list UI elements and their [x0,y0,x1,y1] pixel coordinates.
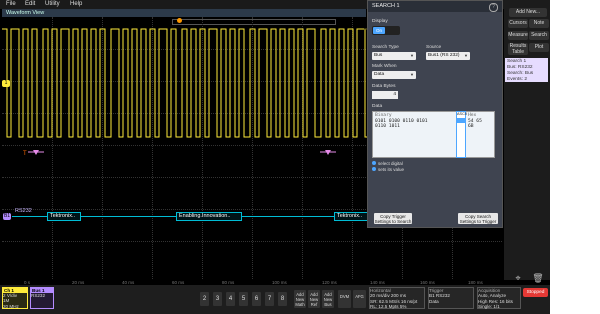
trash-icon[interactable]: 🗑 [532,272,544,284]
hex-data-field[interactable]: Hex 54 65 6B [465,111,495,158]
display-toggle-on: On [373,27,385,34]
data-label: Data [372,104,383,109]
copy-trigger-to-search-button[interactable]: Copy Trigger Settings to Search [374,213,412,224]
legend-sets-value: sets its value [372,167,404,172]
ascii-selected-cell [457,118,465,123]
mark-when-label: Mark When [372,64,397,69]
copy-search-to-trigger-button[interactable]: Copy Search Settings to Trigger [458,213,498,224]
bus-label: RS232 [15,208,32,214]
legend-select-digital: select digital [372,161,403,166]
chevron-down-icon: ▼ [464,53,468,58]
search-marks [28,150,336,155]
ascii-header: ASCII [457,112,467,116]
decode-packet[interactable]: Tektronix.. [334,212,370,221]
right-panel: Add New... Cursors Note Measure Search R… [504,0,550,283]
acquisition-badge[interactable]: Acquisition Auto, Analyze High Res: 16 b… [477,287,521,309]
bus-marker[interactable]: B1 [3,213,11,220]
afg-button[interactable]: AFG [353,290,366,308]
hex-line: 6B [468,124,474,129]
dvm-button[interactable]: DVM [338,290,351,308]
decode-packet[interactable]: Enabling.Innovation.. [176,212,242,221]
bus1-badge[interactable]: Bus 1 RS232 [30,287,54,309]
chevron-down-icon: ▼ [410,72,414,77]
channel-8-button[interactable]: 8 [278,292,287,306]
ch1-badge[interactable]: Ch 1 2 V/div 1M 20 MHz [2,287,28,309]
zoom-icon[interactable]: ⌖ [512,272,524,284]
channel-4-button[interactable]: 4 [226,292,235,306]
trigger-level-icon[interactable]: T [23,151,29,157]
chevron-down-icon: ▼ [410,53,414,58]
menu-utility[interactable]: Utility [45,0,60,9]
channel-2-button[interactable]: 2 [200,292,209,306]
ch1-badge-line: 20 MHz [3,303,19,309]
add-ref-button[interactable]: Add New Ref [308,290,320,308]
search-badge-events: Events: 2 [507,77,527,82]
search-type-select[interactable]: Bus ▼ [372,52,416,60]
note-button[interactable]: Note [529,19,549,28]
menu-help[interactable]: Help [70,0,82,9]
binary-data-field[interactable]: Binary 0101 0100 0110 0101 0110 1011 [372,111,463,158]
select-icon [372,161,376,165]
mark-when-value: Data [374,72,385,77]
add-math-button[interactable]: Add New Math [294,290,306,308]
source-select[interactable]: Bus1 (RS 232) ▼ [426,52,470,60]
channel-6-button[interactable]: 6 [252,292,261,306]
menu-edit[interactable]: Edit [25,0,35,9]
value-icon [372,167,376,171]
legend-select-text: select digital [378,161,403,166]
trigger-line: Data [429,298,439,304]
run-stop-button[interactable]: Stopped [523,288,548,297]
binary-line: 0110 1011 [375,124,400,129]
search-button[interactable]: Search [529,31,549,40]
dialog-title: SEARCH 1 [368,1,502,12]
search-type-label: Search Type [372,45,399,50]
results-table-button[interactable]: Results Table [508,43,528,55]
cursors-button[interactable]: Cursors [508,19,528,28]
channel-5-button[interactable]: 5 [239,292,248,306]
ch1-marker[interactable]: 1 [2,80,10,87]
bus1-badge-line: RS232 [31,293,46,298]
display-label: Display [372,19,388,24]
data-bytes-label: Data Bytes [372,84,396,89]
horizontal-line: RL: 12.5 Mpts 5% [370,304,407,310]
legend-set-text: sets its value [378,167,405,172]
ascii-data-field[interactable]: ASCII [456,111,467,158]
search-type-value: Bus [374,53,383,58]
display-toggle[interactable]: On [372,26,400,35]
add-new-button[interactable]: Add New... [509,8,547,17]
trigger-badge[interactable]: Trigger B1 RS232 Data [428,287,474,309]
waveform-view-title: Waveform View [6,10,45,16]
plot-button[interactable]: Plot [529,43,549,52]
oscilloscope-app: File Edit Utility Help Waveform View 1 T… [0,0,550,314]
channel-3-button[interactable]: 3 [213,292,222,306]
source-value: Bus1 (RS 232) [428,53,460,58]
help-icon[interactable]: ? [489,3,498,12]
horizontal-badge[interactable]: Horizontal 20 ms/div 200 ms SR: 62.5 MS/… [369,287,425,309]
mark-when-select[interactable]: Data ▼ [372,71,416,79]
decode-packet[interactable]: Tektronix.. [47,212,81,221]
menu-file[interactable]: File [6,0,16,9]
data-bytes-input[interactable]: 4 [372,91,398,99]
acquisition-line: Single: 1/1 [478,304,500,310]
source-label: Source [426,45,442,50]
ch1-trace [2,28,370,138]
add-bus-button[interactable]: Add New Bus [322,290,334,308]
waveform-view-header: Waveform View [2,9,366,25]
search-dialog: SEARCH 1 ? Display On Search Type Bus ▼ … [367,0,503,228]
measure-button[interactable]: Measure [508,31,528,40]
channel-7-button[interactable]: 7 [265,292,274,306]
search-badge[interactable]: Search 1 Bus: RS232 Search: Bus Events: … [505,58,548,82]
